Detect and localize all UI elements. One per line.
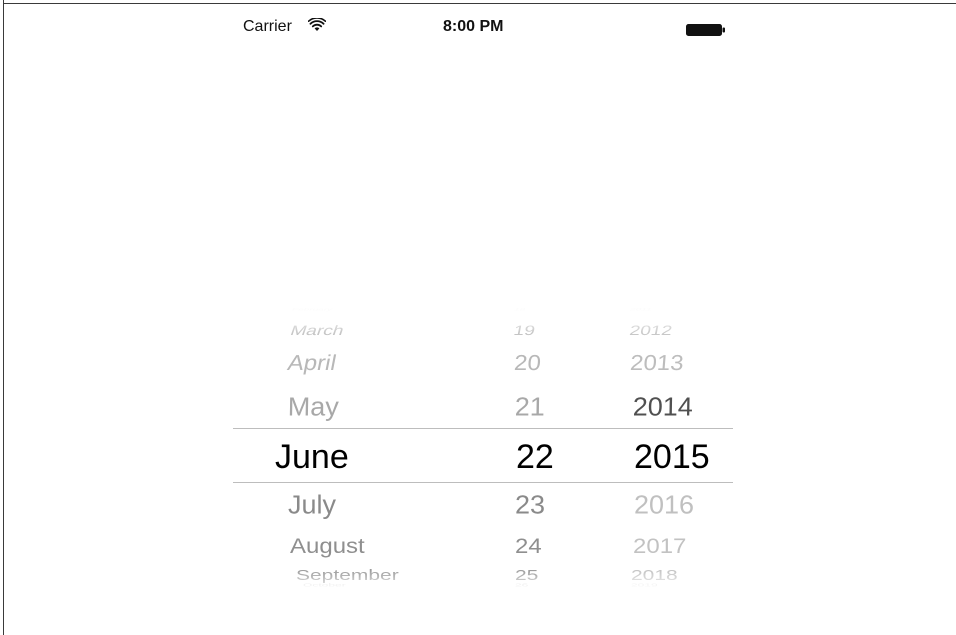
wifi-icon bbox=[307, 17, 327, 37]
day-option[interactable]: 21 bbox=[515, 392, 546, 421]
year-option[interactable]: 2014 bbox=[633, 392, 694, 421]
carrier-label: Carrier bbox=[243, 18, 292, 35]
day-option[interactable]: 20 bbox=[513, 351, 542, 375]
year-option[interactable]: 2013 bbox=[629, 351, 684, 375]
month-option[interactable]: April bbox=[286, 351, 339, 375]
month-option[interactable]: August bbox=[290, 536, 365, 558]
frame-border-top bbox=[3, 3, 956, 4]
month-selected[interactable]: June bbox=[275, 440, 349, 474]
date-picker[interactable]: FebruaryMarchAprilMayJuneJulyAugustSepte… bbox=[233, 300, 733, 600]
battery-icon bbox=[686, 23, 726, 41]
frame-border-left bbox=[3, 0, 4, 635]
year-option[interactable]: 2016 bbox=[634, 492, 694, 518]
picker-fade-bottom bbox=[233, 570, 733, 600]
day-option[interactable]: 24 bbox=[515, 536, 542, 558]
month-option[interactable]: July bbox=[288, 492, 336, 518]
selection-indicator-top bbox=[233, 428, 733, 429]
clock-label: 8:00 PM bbox=[443, 18, 504, 35]
picker-fade-top bbox=[233, 300, 733, 334]
year-option[interactable]: 2017 bbox=[633, 536, 686, 558]
status-bar: Carrier 8:00 PM bbox=[233, 13, 733, 41]
year-selected[interactable]: 2015 bbox=[634, 440, 710, 474]
month-option[interactable]: May bbox=[288, 392, 340, 421]
day-option[interactable]: 23 bbox=[515, 492, 545, 518]
day-selected[interactable]: 22 bbox=[516, 440, 554, 474]
selection-indicator-bottom bbox=[233, 482, 733, 483]
